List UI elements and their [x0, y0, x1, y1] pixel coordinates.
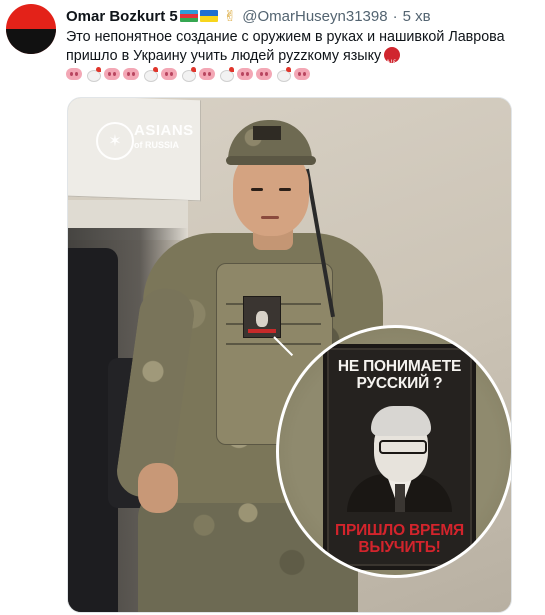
flag-icons	[179, 10, 218, 22]
emoji-row	[66, 67, 310, 82]
patch-top-line-2: РУССКИЙ ?	[356, 375, 443, 392]
pig-nose-icon	[294, 68, 310, 80]
cap-patch	[253, 126, 281, 140]
pig-nose-icon	[66, 68, 82, 80]
author-name[interactable]: Omar Bozkurt 5	[66, 8, 178, 25]
vest-strap	[226, 343, 321, 345]
soldier-hand	[138, 463, 178, 513]
pig-nose-icon	[199, 68, 215, 80]
patch-bottom-line-1: ПРИШЛО ВРЕМЯ	[335, 522, 464, 539]
tweet-text-content: Это непонятное создание с оружием в рука…	[66, 29, 505, 64]
chicken-icon	[275, 67, 291, 82]
patch-bottom-text: ПРИШЛО ВРЕМЯ ВЫУЧИТЬ!	[327, 522, 472, 556]
patch-top-text: НЕ ПОНИМАЕТЕ РУССКИЙ ?	[327, 358, 472, 392]
patch-bottom-line-2: ВЫУЧИТЬ!	[358, 539, 441, 556]
chicken-icon	[142, 67, 158, 82]
watermark-title: ASIANS	[134, 122, 194, 139]
pig-nose-icon	[161, 68, 177, 80]
lavrov-patch: НЕ ПОНИМАЕТЕ РУССКИЙ ? ПРИШЛО ВРЕМЯ ВЫУЧ…	[323, 344, 476, 570]
victory-hand-icon: ✌	[223, 8, 237, 25]
portrait-hair	[371, 406, 431, 436]
soldier-eye	[279, 188, 291, 191]
pig-nose-icon	[104, 68, 120, 80]
patch-closeup-inset: НЕ ПОНИМАЕТЕ РУССКИЙ ? ПРИШЛО ВРЕМЯ ВЫУЧ…	[276, 325, 511, 578]
flag-azerbaijan-icon	[179, 10, 198, 22]
cap-brim	[226, 156, 316, 165]
author-handle[interactable]: @OmarHuseyn31398	[242, 8, 387, 25]
soldier-mouth	[261, 216, 279, 219]
angry-face-icon	[384, 47, 401, 72]
watermark: ASIANS of RUSSIA	[134, 122, 194, 152]
patch-portrait	[341, 400, 458, 512]
tweet-header: Omar Bozkurt 5 ✌ @OmarHuseyn31398 · 5 хв	[66, 6, 431, 26]
tweet-time[interactable]: 5 хв	[403, 8, 431, 25]
flag-ukraine-icon	[199, 10, 218, 22]
pig-nose-icon	[237, 68, 253, 80]
watermark-subtitle: of RUSSIA	[134, 140, 179, 150]
chicken-icon	[85, 67, 101, 82]
pig-nose-icon	[123, 68, 139, 80]
separator-dot: ·	[392, 7, 398, 25]
avatar[interactable]	[6, 4, 56, 54]
pig-nose-icon	[256, 68, 272, 80]
chicken-icon	[218, 67, 234, 82]
watermark-logo-icon: ✶	[96, 122, 134, 160]
avatar-lower-half	[6, 29, 56, 54]
patch-top-line-1: НЕ ПОНИМАЕТЕ	[337, 358, 462, 375]
portrait-glasses-icon	[379, 440, 427, 454]
chest-patch	[243, 296, 281, 338]
tweet-media-photo[interactable]: ✶ ASIANS of RUSSIA НЕ ПОНИМАЕТЕ РУССКИЙ …	[67, 97, 512, 613]
soldier-eye	[251, 188, 263, 191]
chest-patch-red-text	[248, 329, 276, 333]
chicken-icon	[180, 67, 196, 82]
chest-patch-portrait	[256, 311, 268, 327]
portrait-tie	[395, 484, 405, 512]
tweet-text: Это непонятное создание с оружием в рука…	[66, 28, 536, 72]
